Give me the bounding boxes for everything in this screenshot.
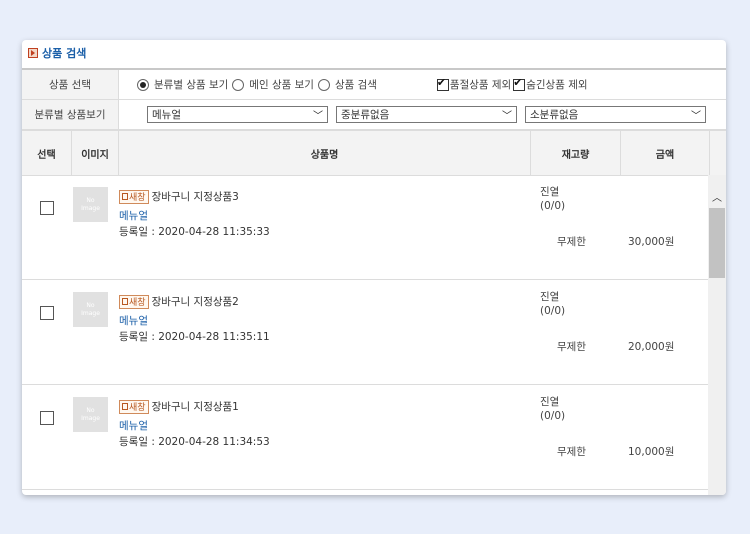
radio-search-view-label: 상품 검색 [334, 79, 377, 91]
category-select-1-value: 메뉴얼 [152, 109, 181, 121]
exclude-soldout-label: 품절상품 제외 [449, 79, 512, 91]
radio-category-view-label: 분류별 상품 보기 [154, 79, 229, 91]
chevron-up-icon[interactable]: ︿ [712, 189, 722, 204]
stock-status: 진열 [540, 396, 560, 408]
category-select-2[interactable]: 중분류없음 ﹀ [336, 106, 517, 123]
registration-date: 등록일 : 2020-04-28 11:35:11 [119, 331, 270, 343]
thumb-text: Image [81, 204, 100, 212]
product-price: 20,000원 [628, 341, 675, 353]
product-list: No Image 새창 장바구니 지정상품3 메뉴얼 등록일 : 2020-04… [22, 175, 708, 495]
header-spacer [710, 131, 726, 175]
product-name: 새창 장바구니 지정상품2 [119, 294, 239, 309]
stock-count: (0/0) [540, 305, 566, 317]
product-price: 10,000원 [628, 446, 675, 458]
thumb-text: Image [81, 414, 100, 422]
no-image-placeholder: No Image [73, 187, 108, 222]
new-window-button[interactable]: 새창 [119, 399, 149, 414]
panel-title-text: 상품 검색 [42, 47, 87, 60]
product-price: 30,000원 [628, 236, 675, 248]
thumb-text: No [86, 406, 95, 414]
radio-category-view[interactable]: 분류별 상품 보기 [137, 77, 228, 92]
category-select-1[interactable]: 메뉴얼 ﹀ [147, 106, 328, 123]
stock-status: 진열 [540, 186, 560, 198]
exclude-hidden-checkbox[interactable] [513, 76, 526, 91]
stock-limit: 무제한 [557, 341, 586, 353]
table-row: No Image 새창 장바구니 지정상품2 메뉴얼 등록일 : 2020-04… [22, 280, 708, 385]
panel-title: 상품 검색 [28, 44, 86, 62]
header-image: 이미지 [72, 131, 119, 175]
scrollbar-thumb[interactable] [709, 208, 725, 278]
chevron-down-icon: ﹀ [313, 111, 323, 122]
no-image-placeholder: No Image [73, 292, 108, 327]
stock-status: 진열 [540, 291, 560, 303]
new-window-label: 새창 [129, 193, 146, 203]
thumb-text: No [86, 196, 95, 204]
table-row: No Image 새창 장바구니 지정상품3 메뉴얼 등록일 : 2020-04… [22, 175, 708, 280]
exclude-soldout-checkbox[interactable] [436, 76, 449, 91]
header-stock: 재고량 [531, 131, 621, 175]
window-icon [122, 193, 128, 200]
new-window-button[interactable]: 새창 [119, 294, 149, 309]
window-icon [122, 403, 128, 410]
product-name-text: 장바구니 지정상품1 [151, 401, 239, 413]
table-header: 선택 이미지 상품명 재고량 금액 [22, 130, 726, 176]
product-search-panel: 상품 검색 상품 선택 분류별 상품 보기 메인 상품 보기 상품 검색 ✔ 품… [22, 40, 726, 495]
radio-main-view[interactable]: 메인 상품 보기 [232, 77, 314, 92]
radio-search-view[interactable]: 상품 검색 [317, 77, 377, 92]
stock-count: (0/0) [540, 410, 566, 422]
radio-category-view-dot[interactable] [137, 78, 149, 91]
product-select-label: 상품 선택 [22, 70, 119, 99]
registration-date: 등록일 : 2020-04-28 11:34:53 [119, 436, 270, 448]
radio-search-view-dot[interactable] [317, 78, 330, 91]
row-checkbox[interactable] [40, 411, 54, 425]
stock-count: (0/0) [540, 200, 566, 212]
filter-area: 상품 선택 분류별 상품 보기 메인 상품 보기 상품 검색 품절상품 제외 [22, 68, 726, 130]
chevron-down-icon: ﹀ [502, 111, 512, 122]
category-view-label: 분류별 상품보기 [22, 100, 119, 129]
arrow-right-icon [28, 48, 38, 58]
view-mode-radio-group: 분류별 상품 보기 메인 상품 보기 상품 검색 [119, 77, 381, 92]
thumb-text: No [86, 301, 95, 309]
radio-main-view-label: 메인 상품 보기 [249, 79, 314, 91]
exclude-checks: 품절상품 제외 숨긴상품 제외 [436, 76, 588, 92]
filter-row-product-select: 상품 선택 분류별 상품 보기 메인 상품 보기 상품 검색 품절상품 제외 [22, 70, 726, 100]
product-category-link[interactable]: 메뉴얼 [119, 418, 148, 433]
new-window-button[interactable]: 새창 [119, 189, 149, 204]
new-window-label: 새창 [129, 298, 146, 308]
header-price: 금액 [621, 131, 710, 175]
no-image-placeholder: No Image [73, 397, 108, 432]
radio-main-view-dot[interactable] [232, 78, 245, 91]
product-category-link[interactable]: 메뉴얼 [119, 208, 148, 223]
chevron-down-icon: ﹀ [691, 111, 701, 122]
row-checkbox[interactable] [40, 201, 54, 215]
category-select-3[interactable]: 소분류없음 ﹀ [525, 106, 706, 123]
product-name-text: 장바구니 지정상품2 [151, 296, 239, 308]
product-name: 새창 장바구니 지정상품1 [119, 399, 239, 414]
exclude-hidden-label: 숨긴상품 제외 [526, 79, 588, 91]
row-checkbox[interactable] [40, 306, 54, 320]
filter-row-category: 분류별 상품보기 메뉴얼 ﹀ 중분류없음 ﹀ 소분류없음 ﹀ [22, 100, 726, 130]
category-select-2-value: 중분류없음 [341, 109, 390, 121]
header-select: 선택 [22, 131, 72, 175]
product-name: 새창 장바구니 지정상품3 [119, 189, 239, 204]
product-name-text: 장바구니 지정상품3 [151, 191, 239, 203]
stock-limit: 무제한 [557, 446, 586, 458]
list-scrollbar[interactable]: ︿ [708, 175, 726, 495]
stock-limit: 무제한 [557, 236, 586, 248]
header-product-name: 상품명 [119, 131, 531, 175]
new-window-label: 새창 [129, 403, 146, 413]
category-select-3-value: 소분류없음 [530, 109, 579, 121]
thumb-text: Image [81, 309, 100, 317]
registration-date: 등록일 : 2020-04-28 11:35:33 [119, 226, 270, 238]
window-icon [122, 298, 128, 305]
table-row: No Image 새창 장바구니 지정상품1 메뉴얼 등록일 : 2020-04… [22, 385, 708, 490]
product-category-link[interactable]: 메뉴얼 [119, 313, 148, 328]
